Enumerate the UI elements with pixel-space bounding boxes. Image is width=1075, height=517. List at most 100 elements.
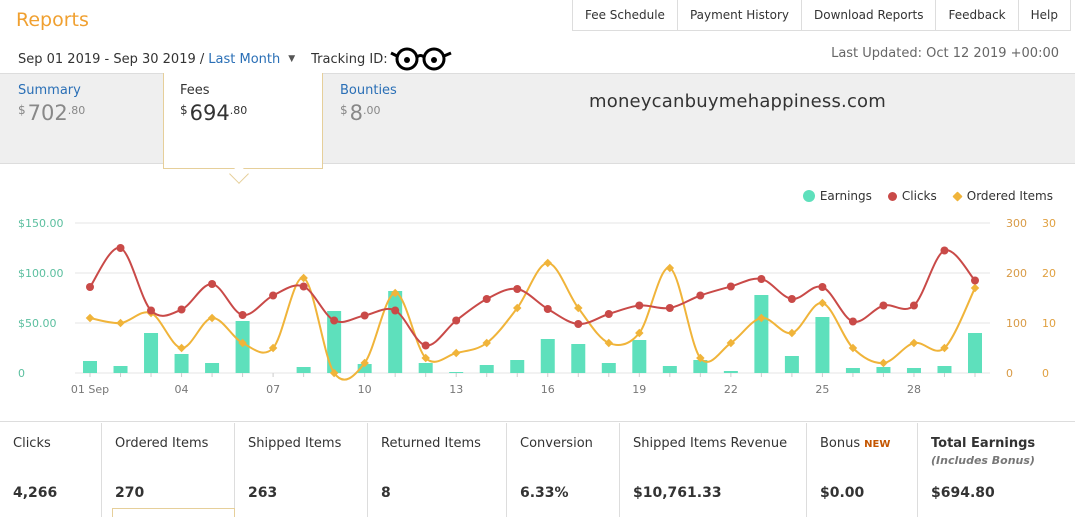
- metric-label: Clicks: [13, 436, 51, 451]
- clicks-point: [848, 317, 857, 326]
- earnings-bar: [83, 361, 97, 373]
- metric-label: Conversion: [520, 436, 593, 451]
- metric-clicks[interactable]: Clicks 4,266: [0, 423, 102, 517]
- tracking-id[interactable]: Tracking ID:: [311, 46, 452, 72]
- period-link[interactable]: Last Month: [208, 52, 280, 67]
- earnings-bar: [540, 339, 555, 373]
- clicks-point: [971, 276, 979, 285]
- bounties-currency: $: [340, 103, 348, 117]
- fees-label: Fees: [180, 83, 210, 98]
- clicks-point: [818, 283, 827, 291]
- bounties-amount: $ 8 .00: [340, 101, 397, 125]
- chart-legend: Earnings Clicks Ordered Items: [787, 189, 1053, 203]
- metric-shipped-items[interactable]: Shipped Items 263: [235, 423, 368, 517]
- clicks-point: [604, 310, 613, 318]
- metric-label: Returned Items: [381, 436, 481, 451]
- watermark-text: moneycanbuymehappiness.com: [589, 91, 887, 112]
- y-tick-label-left: 0: [18, 367, 25, 380]
- y-tick-label-left: $50.00: [18, 317, 57, 330]
- clicks-point: [513, 285, 522, 293]
- fees-currency: $: [180, 103, 188, 117]
- clicks-point: [421, 341, 430, 350]
- x-tick-label: 25: [815, 383, 829, 396]
- metric-value: 6.33%: [520, 485, 569, 501]
- chevron-down-icon[interactable]: ▼: [288, 54, 295, 64]
- ordered-items-point: [207, 313, 217, 323]
- clicks-point: [696, 291, 705, 300]
- metric-value: 4,266: [13, 485, 58, 501]
- ordered-items-tab-marker: [112, 508, 235, 517]
- earnings-bar: [876, 367, 891, 373]
- metric-shipped-revenue[interactable]: Shipped Items Revenue $10,761.33: [620, 423, 807, 517]
- legend-ordered-items[interactable]: Ordered Items: [952, 189, 1053, 203]
- new-badge: NEW: [864, 439, 891, 450]
- metric-value: $0.00: [820, 485, 865, 501]
- earnings-bar: [510, 360, 525, 373]
- x-tick-label: 04: [175, 383, 189, 396]
- earnings-bar: [571, 344, 586, 373]
- x-tick-label: 19: [632, 383, 646, 396]
- clicks-point: [177, 305, 186, 314]
- x-tick-label: 10: [358, 383, 372, 396]
- fees-cents: .80: [229, 104, 248, 117]
- summary-cents: .80: [67, 104, 86, 117]
- metric-label: Shipped Items Revenue: [633, 436, 788, 451]
- metric-value: 263: [248, 485, 278, 501]
- metric-label: Ordered Items: [115, 436, 209, 451]
- y-tick-label-right-2: 30: [1042, 217, 1056, 230]
- clicks-point: [116, 244, 125, 252]
- ordered-items-point: [604, 338, 614, 348]
- fees-card[interactable]: Fees $ 694 .80: [163, 73, 323, 169]
- earnings-bar: [906, 368, 921, 373]
- legend-clicks-label: Clicks: [901, 189, 937, 203]
- nav-payment-history[interactable]: Payment History: [676, 0, 801, 30]
- x-tick-label: 28: [907, 383, 921, 396]
- earnings-bar: [754, 295, 769, 373]
- earnings-bar: [845, 368, 860, 373]
- ordered-items-point: [909, 338, 919, 348]
- metric-returned-items[interactable]: Returned Items 8: [368, 423, 507, 517]
- metric-bonus[interactable]: Bonus NEW $0.00: [807, 423, 918, 517]
- nav-feedback[interactable]: Feedback: [935, 0, 1017, 30]
- total-earnings-sub: (Includes Bonus): [931, 454, 1035, 467]
- y-tick-label-right-1: 200: [1006, 267, 1027, 280]
- nav-fee-schedule[interactable]: Fee Schedule: [571, 0, 677, 30]
- fees-whole: 694: [189, 101, 230, 125]
- summary-card[interactable]: Summary $ 702 .80: [18, 83, 85, 125]
- metric-value: 270: [115, 485, 145, 501]
- x-tick-label: 01 Sep: [71, 383, 109, 396]
- nav-help[interactable]: Help: [1017, 0, 1071, 30]
- metric-conversion[interactable]: Conversion 6.33%: [507, 423, 620, 517]
- clicks-point: [665, 304, 674, 312]
- y-tick-label-right-1: 0: [1006, 367, 1013, 380]
- earnings-bar: [144, 333, 159, 373]
- total-earnings-label: Total Earnings: [931, 436, 1036, 451]
- bounties-card[interactable]: Bounties $ 8 .00: [340, 83, 397, 125]
- metric-label: Shipped Items: [248, 436, 342, 451]
- top-nav: Fee Schedule Payment History Download Re…: [571, 0, 1071, 31]
- metric-ordered-items[interactable]: Ordered Items 270: [102, 423, 235, 517]
- earnings-bar: [601, 363, 616, 373]
- ordered-items-line: [89, 261, 976, 381]
- clicks-point: [909, 301, 918, 310]
- metric-total-earnings[interactable]: Total Earnings (Includes Bonus) $694.80: [918, 423, 1075, 517]
- ordered-items-point: [787, 328, 797, 338]
- y-tick-label-right-2: 20: [1042, 267, 1056, 280]
- bounties-whole: 8: [349, 101, 364, 125]
- clicks-point: [726, 282, 735, 291]
- last-updated: Last Updated: Oct 12 2019 +00:00: [831, 46, 1059, 61]
- y-tick-label-right-1: 100: [1006, 317, 1027, 330]
- legend-clicks[interactable]: Clicks: [887, 189, 937, 203]
- earnings-bar: [174, 354, 189, 373]
- ordered-items-point: [818, 298, 827, 308]
- clicks-point: [787, 295, 796, 303]
- legend-earnings[interactable]: Earnings: [802, 189, 872, 203]
- summary-currency: $: [18, 103, 26, 117]
- earnings-bar: [479, 365, 494, 373]
- y-tick-label-left: $100.00: [18, 267, 64, 280]
- nav-download-reports[interactable]: Download Reports: [800, 0, 936, 30]
- date-range-row: Sep 01 2019 - Sep 30 2019 / Last Month ▼…: [18, 46, 452, 72]
- bounties-cents: .00: [363, 104, 381, 117]
- metrics-row: Clicks 4,266 Ordered Items 270 Shipped I…: [0, 423, 1075, 517]
- y-tick-label-right-2: 0: [1042, 367, 1049, 380]
